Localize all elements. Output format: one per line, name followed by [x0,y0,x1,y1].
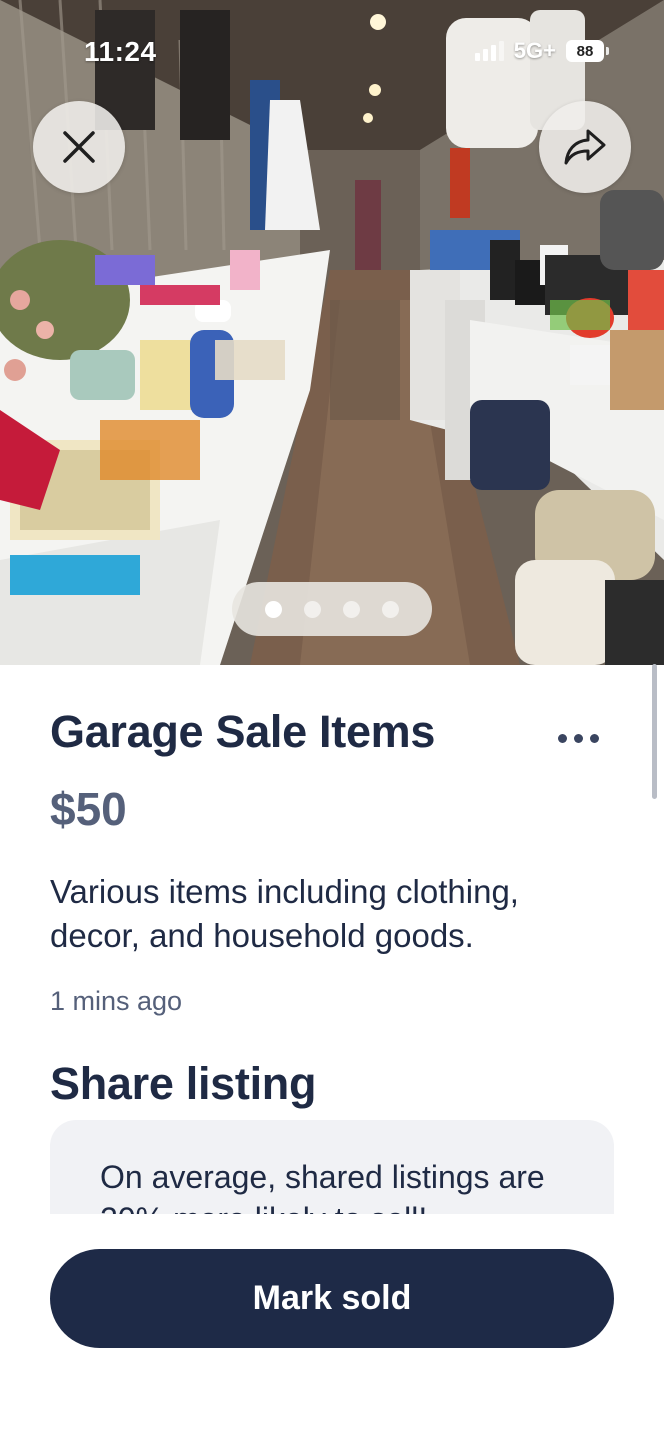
action-footer: Mark sold [0,1214,664,1440]
close-icon [63,131,95,163]
listing-price: $50 [50,783,127,835]
mark-sold-button[interactable]: Mark sold [50,1249,614,1348]
scrollbar[interactable] [652,664,657,799]
more-options-button[interactable] [548,720,608,756]
posted-time: 1 mins ago [50,986,183,1016]
network-label: 5G+ [513,38,556,63]
share-listing-heading: Share listing [50,1058,317,1109]
pager-dot[interactable] [382,600,399,618]
share-arrow-icon [564,129,606,165]
pager-dot[interactable] [304,600,321,618]
status-time: 11:24 [84,36,157,67]
status-bar: 11:24 5G+ 88 [0,0,664,100]
battery-level: 88 [576,42,594,60]
pager-dot[interactable] [265,600,282,618]
listing-screen: 11:24 5G+ 88 Garage Sale Items $50 Vario… [0,0,664,1440]
status-indicators: 5G+ 88 [474,38,609,64]
more-horizontal-icon [557,733,567,743]
carousel-pager[interactable] [232,582,432,636]
listing-title: Garage Sale Items [50,706,436,757]
pager-dot[interactable] [343,600,360,618]
listing-description: Various items including clothing, decor,… [50,873,519,954]
close-button[interactable] [33,101,125,193]
listing-photo-carousel[interactable]: 11:24 5G+ 88 [0,0,664,665]
signal-icon [474,41,504,61]
battery-icon: 88 [566,40,609,62]
share-button[interactable] [539,101,631,193]
